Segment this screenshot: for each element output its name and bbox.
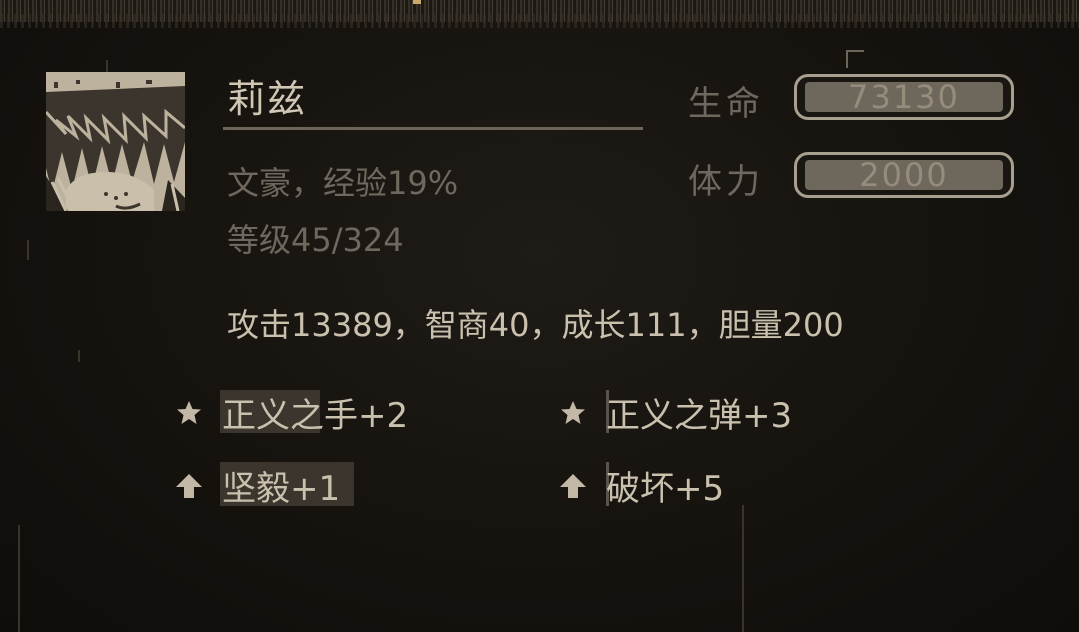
decor-line — [18, 525, 20, 632]
skill-item[interactable]: 破坏+5 — [556, 461, 724, 510]
decor-line — [27, 240, 29, 260]
hp-value: 73130 — [848, 78, 960, 116]
skill-label: 坚毅+1 — [222, 469, 341, 509]
portrait-image — [46, 72, 185, 211]
decor-line — [742, 505, 744, 632]
skill-label: 正义之弹+3 — [606, 396, 793, 436]
skill-label: 正义之手+2 — [222, 396, 409, 436]
character-class-exp: 文豪，经验19% — [227, 164, 459, 202]
hp-label: 生命 — [688, 84, 764, 124]
corner-mark — [846, 50, 864, 68]
star-icon — [172, 396, 206, 430]
skill-label: 破坏+5 — [606, 469, 725, 509]
up-arrow-icon — [556, 469, 590, 503]
stamina-bar: 2000 — [794, 152, 1014, 198]
character-panel: 莉兹 文豪，经验19% 等级45/324 生命 73130 体力 2000 攻击… — [0, 0, 1079, 632]
stamina-value: 2000 — [859, 156, 949, 194]
skill-item[interactable]: 正义之弹+3 — [556, 388, 792, 437]
character-level: 等级45/324 — [227, 221, 404, 259]
decor-line — [78, 350, 80, 362]
star-icon — [556, 396, 590, 430]
hp-bar: 73130 — [794, 74, 1014, 120]
character-name: 莉兹 — [227, 77, 308, 121]
stamina-bar-fill: 2000 — [805, 156, 1003, 194]
character-attributes: 攻击13389，智商40，成长111，胆量200 — [227, 306, 844, 344]
character-avatar — [46, 72, 185, 211]
skill-item[interactable]: 坚毅+1 — [172, 461, 340, 510]
top-border-texture — [0, 0, 1079, 28]
name-underline — [223, 127, 643, 130]
skill-item[interactable]: 正义之手+2 — [172, 388, 408, 437]
hp-bar-fill: 73130 — [805, 78, 1003, 116]
top-spark — [413, 0, 421, 4]
stamina-label: 体力 — [688, 162, 764, 202]
up-arrow-icon — [172, 469, 206, 503]
